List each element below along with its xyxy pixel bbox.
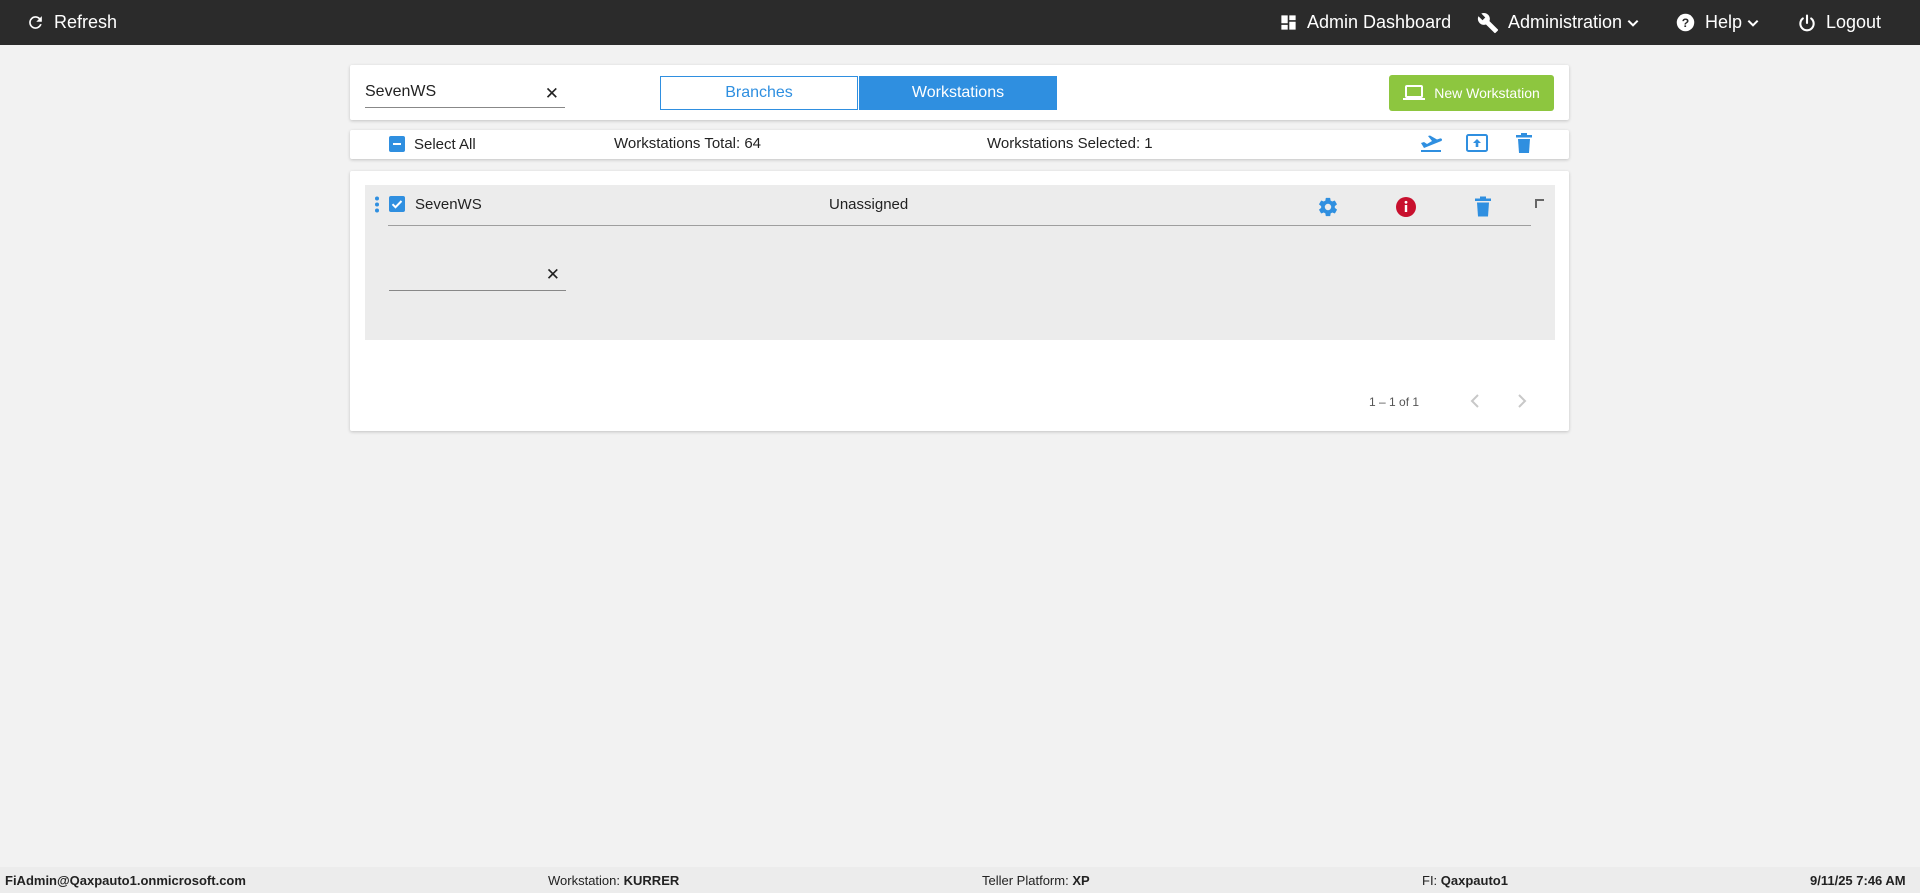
workstations-selected: Workstations Selected: 1 <box>987 135 1153 152</box>
tab-branches[interactable]: Branches <box>660 76 858 110</box>
footer-fi: FI: Qaxpauto1 <box>1422 873 1508 888</box>
svg-text:?: ? <box>1682 16 1689 30</box>
refresh-button[interactable]: Refresh <box>26 0 117 45</box>
chevron-left-icon[interactable] <box>1468 393 1482 409</box>
chevron-right-icon[interactable] <box>1515 393 1529 409</box>
workstations-total: Workstations Total: 64 <box>614 135 762 152</box>
clear-row-input-icon[interactable]: ✕ <box>546 266 560 284</box>
logout-label: Logout <box>1826 12 1882 32</box>
chevron-down-icon <box>1747 19 1759 27</box>
admin-dashboard-label: Admin Dashboard <box>1307 12 1452 32</box>
error-info-icon[interactable] <box>1395 196 1417 218</box>
airplane-takeoff-icon[interactable] <box>1419 134 1443 154</box>
row-input[interactable] <box>389 262 559 284</box>
gear-icon[interactable] <box>1317 196 1339 218</box>
chevron-down-icon <box>1627 19 1639 27</box>
power-icon <box>1799 13 1815 31</box>
delete-row-icon[interactable] <box>1474 196 1492 217</box>
help-icon: ? <box>1676 13 1695 32</box>
new-workstation-button[interactable]: New Workstation <box>1389 75 1554 111</box>
top-navigation-bar: Refresh Admin Dashboard Administration ?… <box>0 0 1920 45</box>
help-menu[interactable]: ? Help <box>1675 0 1760 45</box>
footer-workstation-value: KURRER <box>623 873 680 888</box>
footer-fi-value: Qaxpauto1 <box>1440 873 1508 888</box>
footer-platform-value: XP <box>1072 873 1090 888</box>
clear-search-icon[interactable]: ✕ <box>545 85 559 103</box>
search-field[interactable]: ✕ <box>365 81 565 108</box>
footer-platform-label: Teller Platform: <box>982 873 1069 888</box>
summary-panel <box>350 130 1569 159</box>
search-input[interactable] <box>365 81 535 103</box>
admin-dashboard-link[interactable]: Admin Dashboard <box>1279 0 1451 45</box>
select-all-checkbox[interactable] <box>389 136 405 152</box>
workstation-name: SevenWS <box>415 196 482 213</box>
row-text-field[interactable]: ✕ <box>389 262 566 291</box>
upload-screen-icon[interactable] <box>1466 133 1488 153</box>
footer-fi-label: FI: <box>1422 873 1438 888</box>
dashboard-icon <box>1281 15 1296 30</box>
workstation-branch: Unassigned <box>829 196 909 213</box>
drag-handle-icon[interactable] <box>374 196 380 213</box>
new-workstation-label: New Workstation <box>1434 85 1540 101</box>
footer-workstation: Workstation: KURRER <box>548 873 679 888</box>
status-footer: FiAdmin@Qaxpauto1.onmicrosoft.com Workst… <box>0 867 1920 893</box>
corner-resize-icon[interactable] <box>1535 199 1544 208</box>
row-divider <box>388 225 1531 226</box>
delete-selected-icon[interactable] <box>1515 133 1533 153</box>
administration-label: Administration <box>1508 12 1623 32</box>
administration-menu[interactable]: Administration <box>1477 0 1640 45</box>
help-label: Help <box>1705 12 1743 32</box>
refresh-label: Refresh <box>54 12 118 32</box>
pagination-range: 1 – 1 of 1 <box>1369 395 1420 409</box>
footer-datetime: 9/11/25 7:46 AM <box>1810 873 1906 888</box>
footer-workstation-label: Workstation: <box>548 873 621 888</box>
laptop-icon <box>1403 85 1426 100</box>
row-checkbox[interactable] <box>389 196 405 212</box>
wrench-icon <box>1477 12 1499 33</box>
footer-user: FiAdmin@Qaxpauto1.onmicrosoft.com <box>5 873 246 888</box>
tab-workstations[interactable]: Workstations <box>859 76 1057 110</box>
refresh-icon <box>29 16 42 29</box>
select-all-label: Select All <box>414 136 476 153</box>
logout-button[interactable]: Logout <box>1797 0 1881 45</box>
indeterminate-icon <box>393 143 401 145</box>
checkmark-icon <box>391 200 403 209</box>
footer-platform: Teller Platform: XP <box>982 873 1090 888</box>
